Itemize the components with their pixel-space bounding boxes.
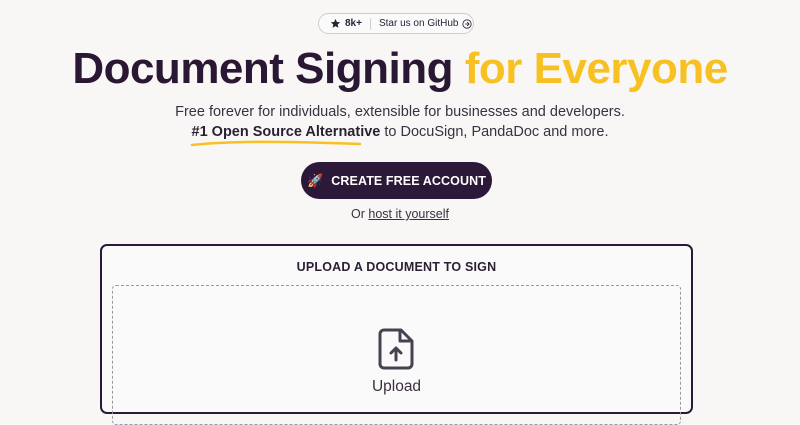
self-host-line: Or host it yourself xyxy=(0,207,800,221)
hero-subtitle-line1: Free forever for individuals, extensible… xyxy=(175,104,625,120)
open-source-highlight: #1 Open Source Alternative xyxy=(190,124,381,147)
circle-arrow-right-icon xyxy=(462,18,473,29)
host-it-yourself-link[interactable]: host it yourself xyxy=(368,207,449,221)
hero-title-accent: for Everyone xyxy=(464,44,728,93)
github-star-label: Star us on GitHub xyxy=(378,18,459,29)
badge-divider xyxy=(369,17,371,30)
self-host-prefix: Or xyxy=(351,207,365,221)
open-source-highlight-text: #1 Open Source Alternative xyxy=(191,124,381,140)
github-star-count: 8k+ xyxy=(345,18,362,29)
hero-title: Document Signing for Everyone xyxy=(0,44,800,94)
github-star-badge[interactable]: 8k+ Star us on GitHub xyxy=(318,13,474,34)
upload-dropzone[interactable]: Upload xyxy=(112,285,681,425)
upload-card: UPLOAD A DOCUMENT TO SIGN Upload xyxy=(100,244,693,425)
hero-title-main: Document Signing xyxy=(72,44,453,93)
create-free-account-button[interactable]: 🚀 CREATE FREE ACCOUNT xyxy=(301,162,492,199)
highlight-underline xyxy=(190,140,361,147)
rocket-icon: 🚀 xyxy=(307,172,324,188)
hero-subtitle-line2: #1 Open Source Alternative to DocuSign, … xyxy=(0,124,800,147)
file-upload-icon xyxy=(378,328,414,370)
create-free-account-label: CREATE FREE ACCOUNT xyxy=(331,173,486,188)
hero-subtitle-rest: to DocuSign, PandaDoc and more. xyxy=(384,124,609,140)
upload-label: Upload xyxy=(371,378,422,395)
star-icon xyxy=(330,18,341,28)
upload-card-title: UPLOAD A DOCUMENT TO SIGN xyxy=(296,260,497,274)
